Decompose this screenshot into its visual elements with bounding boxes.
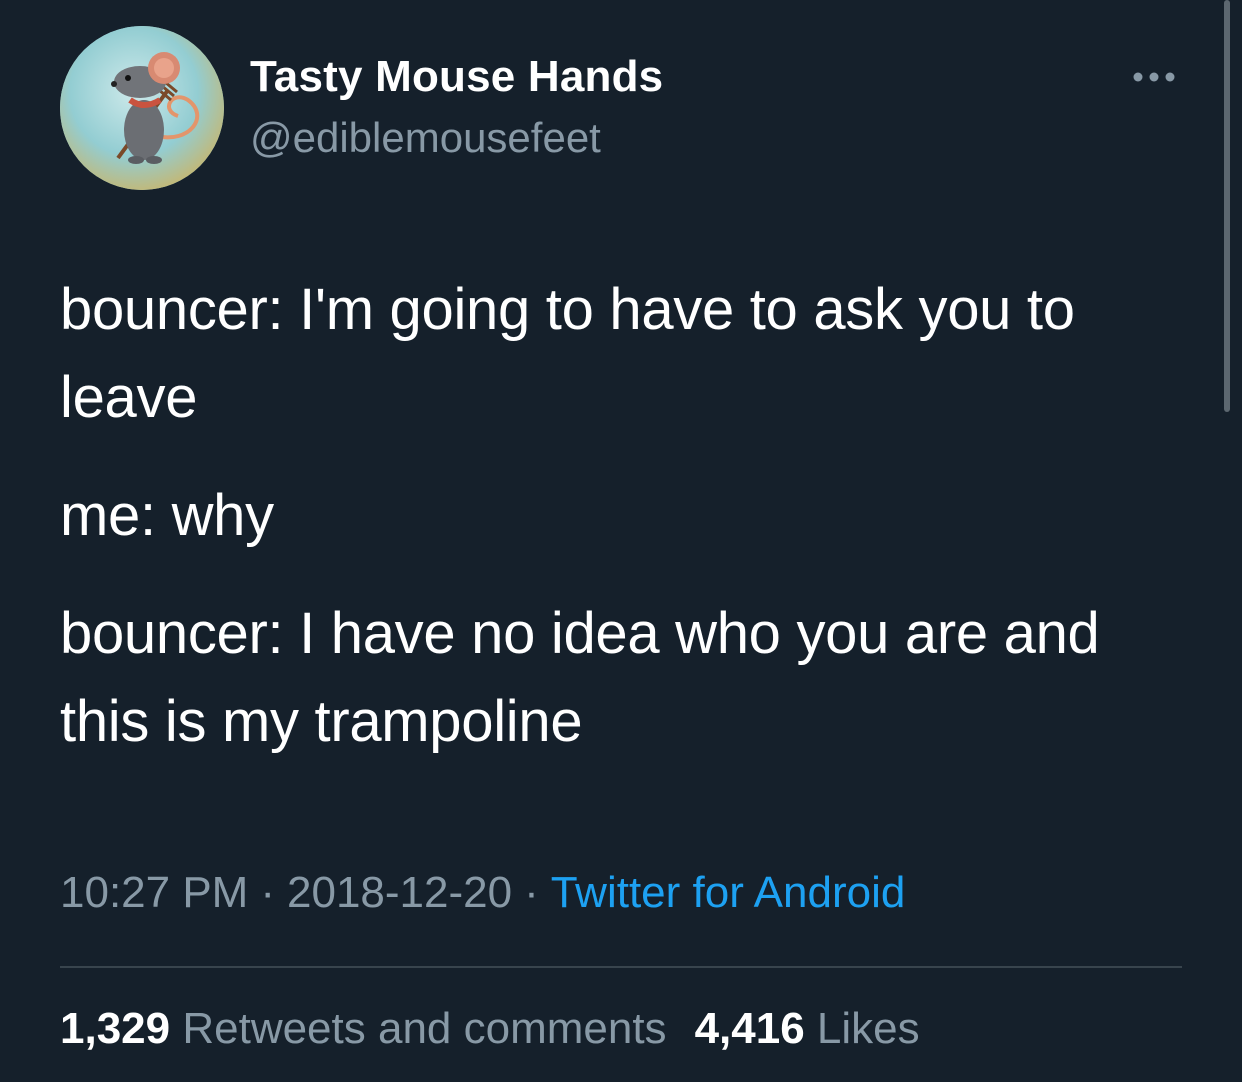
retweets-stat[interactable]: 1,329 Retweets and comments: [60, 1004, 667, 1053]
retweets-label: Retweets and comments: [182, 1004, 667, 1053]
retweets-count: 1,329: [60, 1004, 171, 1053]
divider: [60, 966, 1182, 968]
tweet-stats: 1,329 Retweets and comments 4,416 Likes: [60, 1004, 920, 1054]
handle[interactable]: @ediblemousefeet: [250, 114, 601, 162]
tweet-source-link[interactable]: Twitter for Android: [551, 868, 906, 917]
meta-separator: ·: [524, 868, 539, 917]
avatar[interactable]: [60, 26, 224, 190]
likes-count: 4,416: [694, 1004, 805, 1053]
tweet-line: bouncer: I have no idea who you are and …: [60, 601, 1100, 754]
scrollbar[interactable]: [1224, 0, 1230, 412]
tweet-text: bouncer: I'm going to have to ask you to…: [60, 266, 1190, 796]
mouse-avatar-icon: [60, 26, 224, 190]
tweet-time: 10:27 PM: [60, 868, 249, 917]
tweet-metadata: 10:27 PM · 2018-12-20 · Twitter for Android: [60, 868, 905, 918]
likes-stat[interactable]: 4,416 Likes: [695, 1004, 920, 1053]
more-options-button[interactable]: [1126, 62, 1182, 92]
tweet-line: me: why: [60, 483, 274, 548]
likes-label: Likes: [816, 1004, 920, 1053]
more-horizontal-icon: [1133, 72, 1175, 82]
meta-separator: ·: [260, 868, 275, 917]
tweet-date: 2018-12-20: [287, 868, 513, 917]
tweet-line: bouncer: I'm going to have to ask you to…: [60, 277, 1075, 430]
display-name[interactable]: Tasty Mouse Hands: [250, 52, 663, 102]
tweet: Tasty Mouse Hands @ediblemousefeet bounc…: [0, 0, 1242, 1082]
